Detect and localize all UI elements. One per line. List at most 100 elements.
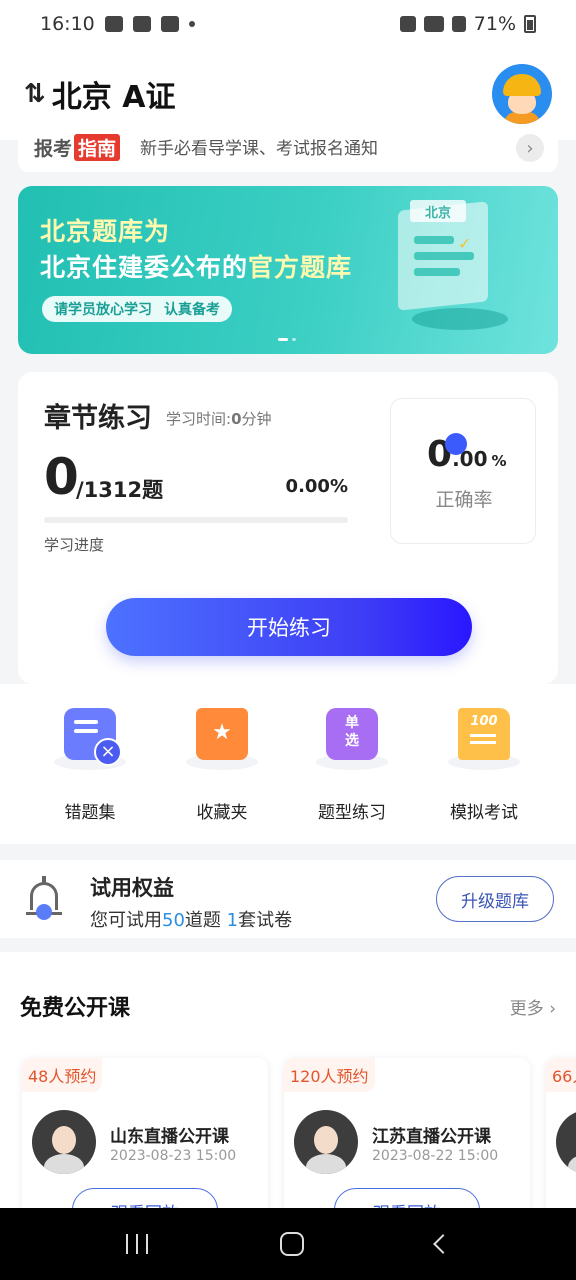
notice-logo: 报考 指南	[34, 134, 121, 161]
quick-item-label: 题型练习	[318, 803, 386, 823]
chevron-right-icon[interactable]: ›	[516, 134, 544, 162]
trial-question-count: 50	[162, 910, 185, 931]
course-name: 山东直播公开课	[110, 1127, 229, 1147]
car-notification-icon	[160, 16, 179, 32]
quick-item-label: 收藏夹	[196, 803, 248, 823]
bell-icon	[26, 876, 62, 920]
battery-icon	[524, 15, 536, 33]
quick-item-question-types[interactable]: 单选 题型练习	[292, 708, 412, 823]
study-time-unit: 分钟	[241, 410, 272, 428]
mock-exam-icon: 100	[458, 708, 510, 760]
banner-subtitle: 北京住建委公布的官方题库	[40, 248, 352, 284]
notice-text: 新手必看导学课、考试报名通知	[140, 139, 379, 159]
quick-item-label: 错题集	[64, 803, 116, 823]
accuracy-label: 正确率	[435, 489, 493, 511]
status-bar: 16:10 71%	[0, 0, 576, 48]
chapter-practice-card: 章节练习 学习时间:0分钟 0 /1312题 0.00% 学习进度 0.00% …	[18, 372, 558, 684]
city-title[interactable]: 北京 A证	[52, 72, 176, 116]
icon-text: 100	[470, 714, 498, 729]
battery-percent: 71%	[473, 13, 516, 35]
watch-replay-button[interactable]: 观看回放	[72, 1188, 218, 1208]
image-notification-icon	[132, 16, 151, 32]
course-card[interactable]: 48人预约 山东直播公开课 2023-08-23 15:00 观看回放	[22, 1058, 268, 1208]
system-nav-bar	[0, 1208, 576, 1280]
avatar[interactable]	[492, 64, 552, 124]
accuracy-unit: %	[491, 452, 507, 470]
doc-line	[414, 268, 460, 276]
icon-text: 单	[345, 715, 359, 731]
check-mark-icon: ✓	[458, 234, 472, 253]
helmet-icon	[503, 74, 541, 96]
notice-logo-text: 报考	[34, 138, 73, 160]
quick-item-favorites[interactable]: 收藏夹	[162, 708, 282, 823]
notice-logo-tag: 指南	[74, 134, 121, 161]
recent-apps-icon[interactable]	[126, 1234, 148, 1254]
chat-notification-icon	[104, 16, 123, 32]
promo-banner[interactable]: 北京题库为 北京住建委公布的官方题库 请学员放心学习 认真备考 北京 ✓	[18, 186, 558, 354]
done-count: 0	[44, 448, 79, 506]
free-courses: 免费公开课 更多 › 48人预约 山东直播公开课 2023-08-23 15:0…	[0, 952, 576, 1208]
quick-item-wrong-questions[interactable]: 错题集	[30, 708, 150, 823]
banner-chip-left: 请学员放心学习	[54, 302, 152, 318]
quick-item-mock-exam[interactable]: 100 模拟考试	[424, 708, 544, 823]
doc-line	[414, 252, 474, 260]
pedestal-icon	[412, 308, 508, 330]
course-time: 2023-08-23 15:00	[110, 1148, 237, 1164]
back-icon[interactable]	[433, 1234, 453, 1254]
banner-title: 北京题库为	[40, 217, 171, 246]
swap-vertical-icon[interactable]: ⇅	[24, 79, 46, 109]
banner-chip-right: 认真备考	[164, 302, 220, 318]
teacher-avatar	[556, 1110, 576, 1174]
course-name: 江苏直播公开课	[372, 1127, 491, 1147]
progress-label: 学习进度	[44, 536, 105, 554]
trial-paper-count: 1	[226, 910, 239, 931]
wrong-questions-icon	[64, 708, 122, 766]
banner-chip: 请学员放心学习 认真备考	[42, 296, 232, 322]
trial-desc-prefix: 您可试用	[90, 910, 162, 931]
teacher-avatar	[32, 1110, 96, 1174]
trial-desc-mid: 道题	[184, 910, 227, 931]
home-icon[interactable]	[280, 1232, 304, 1256]
study-time: 学习时间:0分钟	[166, 408, 272, 429]
carousel-dot	[292, 338, 296, 341]
wifi-icon	[423, 16, 444, 32]
mute-icon	[399, 16, 416, 32]
study-time-value: 0	[231, 410, 242, 428]
trial-title: 试用权益	[90, 876, 174, 900]
status-time: 16:10	[40, 13, 95, 35]
quick-actions: 错题集 收藏夹 单选 题型练习 100 模拟考试	[0, 684, 576, 844]
trial-benefits: 试用权益 您可试用50道题 1套试卷 升级题库	[0, 860, 576, 938]
total-count: /1312题	[76, 478, 164, 502]
question-type-icon: 单选	[326, 708, 378, 760]
doc-line	[414, 236, 454, 244]
icon-text: 选	[345, 733, 359, 749]
watch-replay-button[interactable]: 观看回放	[334, 1188, 480, 1208]
start-practice-button[interactable]: 开始练习	[106, 598, 472, 656]
banner-subtitle-prefix: 北京住建委公布的	[40, 253, 249, 282]
reservation-badge: 120人预约	[284, 1058, 375, 1092]
upgrade-bank-button[interactable]: 升级题库	[436, 876, 554, 922]
reservation-badge: 66人预约	[546, 1058, 576, 1092]
course-time: 2023-08-22 15:00	[372, 1148, 499, 1164]
more-link[interactable]: 更多 ›	[510, 994, 556, 1019]
accuracy-box: 0.00% 正确率	[390, 398, 536, 544]
more-notifications-icon	[188, 21, 195, 27]
carousel-indicator	[278, 338, 296, 341]
course-card[interactable]: 120人预约 江苏直播公开课 2023-08-22 15:00 观看回放	[284, 1058, 530, 1208]
signal-icon	[451, 16, 466, 32]
courses-title: 免费公开课	[20, 996, 131, 1021]
accuracy-dot-icon	[445, 433, 467, 455]
trial-description: 您可试用50道题 1套试卷	[90, 906, 292, 932]
progress-bar	[44, 517, 348, 523]
quick-item-label: 模拟考试	[450, 803, 518, 823]
reservation-badge: 48人预约	[22, 1058, 103, 1092]
trial-desc-suffix: 套试卷	[238, 910, 293, 931]
banner-subtitle-highlight: 官方题库	[248, 253, 353, 282]
teacher-avatar	[294, 1110, 358, 1174]
banner-doc-tag: 北京	[410, 200, 466, 222]
notice-bar[interactable]: 报考 指南 新手必看导学课、考试报名通知 ›	[18, 124, 558, 172]
carousel-dot-active	[278, 338, 288, 341]
study-time-label: 学习时间:	[166, 410, 232, 428]
course-card[interactable]: 66人预约	[546, 1058, 576, 1208]
favorites-folder-icon	[196, 708, 248, 760]
